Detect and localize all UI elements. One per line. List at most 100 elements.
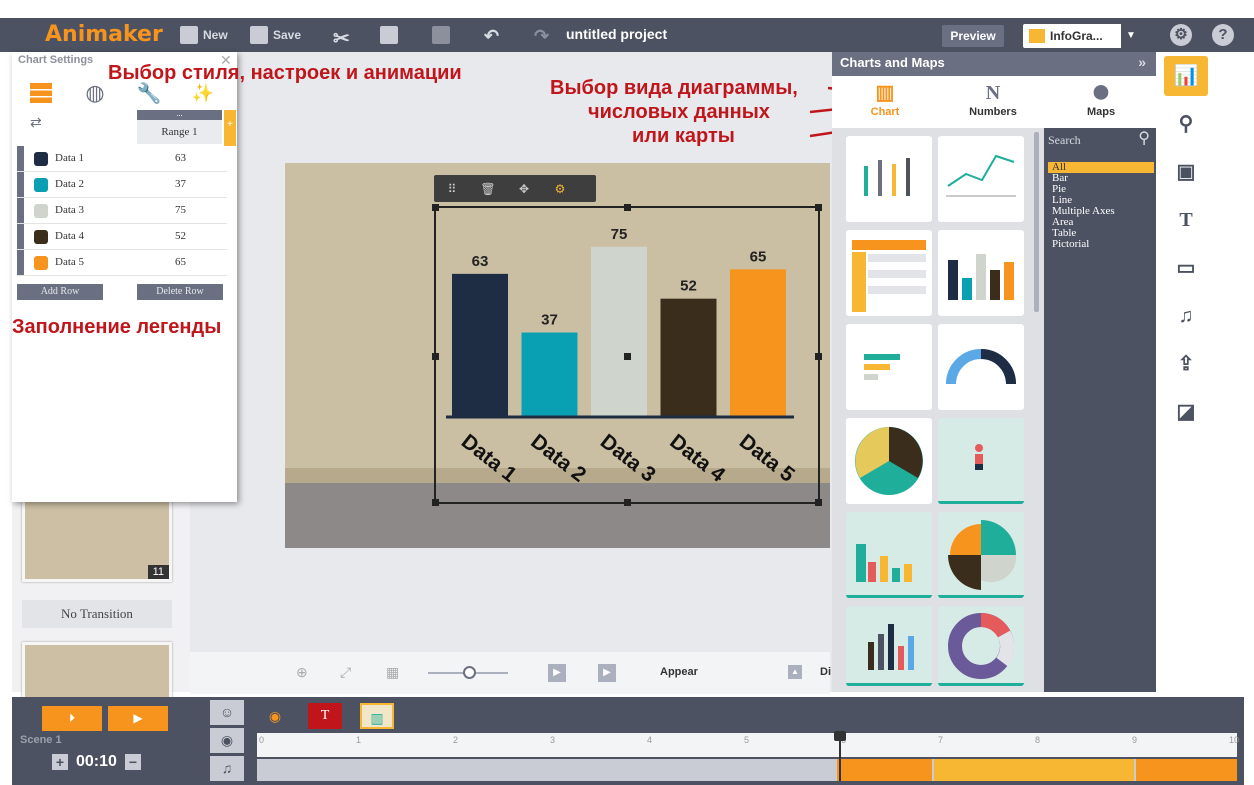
tab-style[interactable]	[14, 74, 68, 112]
search-input[interactable]: Search ⚲	[1044, 130, 1156, 152]
row-name[interactable]: Data 5	[55, 256, 84, 268]
music-tab-icon[interactable]: ♫	[210, 756, 244, 781]
resize-handle[interactable]	[815, 499, 822, 506]
effects-icon[interactable]: ▭	[1164, 248, 1208, 288]
table-row[interactable]: Data 5 65	[17, 250, 227, 276]
delete-row-button[interactable]: Delete Row	[137, 284, 223, 300]
chart-selection-box[interactable]	[432, 204, 822, 506]
row-value[interactable]: 63	[175, 152, 186, 164]
row-value[interactable]: 75	[175, 204, 186, 216]
add-row-button[interactable]: Add Row	[17, 284, 103, 300]
timeline-segment[interactable]	[837, 759, 932, 781]
animation-duration-label[interactable]: Di	[820, 666, 831, 678]
cut-button[interactable]: ✂	[333, 26, 350, 51]
settings-icon[interactable]: ⚙	[542, 182, 578, 196]
resize-handle[interactable]	[432, 204, 439, 211]
grid-icon[interactable]: ▦	[386, 664, 399, 681]
redo-button[interactable]: ↷	[534, 26, 549, 47]
drag-grip-icon[interactable]	[17, 146, 24, 171]
swap-icon[interactable]: ⇄	[30, 114, 42, 131]
table-row[interactable]: Data 2 37	[17, 172, 227, 198]
fit-icon[interactable]: ⊕	[296, 664, 308, 681]
save-button[interactable]: Save	[250, 26, 301, 44]
drag-grip-icon[interactable]	[17, 224, 24, 249]
search-icon[interactable]: ⚲	[1138, 128, 1150, 148]
camera-tab-icon[interactable]: ◉	[210, 728, 244, 753]
range-header-menu[interactable]: ...	[137, 110, 222, 120]
tab-maps[interactable]: ⬤ Maps	[1048, 76, 1154, 128]
map-pin-icon[interactable]: ⚲	[1164, 104, 1208, 144]
transition-button[interactable]: No Transition	[22, 600, 172, 628]
color-swatch[interactable]	[34, 178, 48, 192]
resize-handle[interactable]	[815, 204, 822, 211]
row-value[interactable]: 65	[175, 256, 186, 268]
row-name[interactable]: Data 3	[55, 204, 84, 216]
music-icon[interactable]: ♫	[1164, 296, 1208, 336]
project-title[interactable]: untitled project	[566, 26, 667, 42]
undo-button[interactable]: ↶	[484, 26, 499, 47]
resize-handle[interactable]	[432, 353, 439, 360]
zoom-slider-handle[interactable]	[463, 666, 476, 679]
text-layer-icon[interactable]: T	[308, 703, 342, 729]
play-icon[interactable]: ▶	[598, 664, 616, 682]
copy-button[interactable]	[380, 26, 398, 44]
category-pictorial[interactable]: Pictorial	[1048, 239, 1154, 250]
decrease-duration-button[interactable]: −	[124, 754, 141, 770]
chart-thumb-horizontal-bar[interactable]	[846, 324, 932, 410]
help-icon[interactable]: ?	[1212, 24, 1234, 46]
paste-button[interactable]	[432, 26, 450, 44]
drag-grip-icon[interactable]	[17, 172, 24, 197]
background-icon[interactable]: ◪	[1164, 392, 1208, 432]
move-icon[interactable]: ✥	[506, 182, 542, 196]
chart-thumb-table[interactable]	[846, 230, 932, 316]
range-column-header[interactable]: ... Range 1	[137, 110, 222, 144]
playhead-icon[interactable]	[834, 731, 846, 741]
image-icon[interactable]: ▣	[1164, 152, 1208, 192]
timeline-ruler[interactable]: 012345678910	[257, 733, 1239, 757]
play-from-start-icon[interactable]: ▶	[548, 664, 566, 682]
timeline-segment[interactable]	[934, 759, 1134, 781]
color-swatch[interactable]	[34, 256, 48, 270]
row-name[interactable]: Data 1	[55, 152, 84, 164]
chart-thumb-polar[interactable]	[938, 512, 1024, 598]
tab-chart[interactable]: ▥ Chart	[832, 76, 938, 128]
collapse-icon[interactable]: »	[1138, 54, 1146, 70]
play-button[interactable]: ▶	[108, 706, 168, 731]
eye-icon[interactable]: ◉	[258, 703, 292, 729]
drag-grip-icon[interactable]	[17, 250, 24, 275]
timeline-segment[interactable]	[1136, 759, 1237, 781]
chart-thumb-grouped-bar[interactable]	[846, 512, 932, 598]
color-swatch[interactable]	[34, 230, 48, 244]
table-row[interactable]: Data 3 75	[17, 198, 227, 224]
preview-button[interactable]: Preview	[942, 25, 1004, 47]
resize-handle[interactable]	[624, 204, 631, 211]
color-swatch[interactable]	[34, 152, 48, 166]
row-value[interactable]: 52	[175, 230, 186, 242]
chart-thumb-donut[interactable]	[938, 606, 1024, 686]
charts-tool-icon[interactable]: 📊	[1164, 56, 1208, 96]
template-select[interactable]: InfoGra... ▼	[1023, 24, 1141, 48]
color-swatch[interactable]	[34, 204, 48, 218]
chart-thumb-line[interactable]	[938, 136, 1024, 222]
expand-icon[interactable]: ⤢	[340, 664, 351, 681]
table-row[interactable]: Data 1 63	[17, 146, 227, 172]
chart-thumb-pie[interactable]	[846, 418, 932, 504]
increase-duration-button[interactable]: +	[52, 754, 68, 770]
resize-handle[interactable]	[432, 499, 439, 506]
character-tab-icon[interactable]: ☺	[210, 700, 244, 725]
add-column-button[interactable]: +	[224, 110, 236, 146]
resize-handle[interactable]	[624, 499, 631, 506]
timeline-track[interactable]	[257, 759, 1237, 781]
chart-thumb-pictorial[interactable]	[938, 418, 1024, 504]
upload-icon[interactable]: ⇪	[1164, 344, 1208, 384]
table-row[interactable]: Data 4 52	[17, 224, 227, 250]
tab-numbers[interactable]: N Numbers	[940, 76, 1046, 128]
chart-thumb-bar[interactable]	[938, 230, 1024, 316]
new-button[interactable]: New	[180, 26, 228, 44]
delete-icon[interactable]: 🗑	[470, 182, 506, 196]
row-name[interactable]: Data 2	[55, 178, 84, 190]
center-handle[interactable]	[624, 353, 631, 360]
animation-menu-icon[interactable]: ▲	[788, 665, 802, 679]
scrollbar[interactable]	[1034, 132, 1039, 312]
animation-label[interactable]: Appear	[660, 666, 698, 678]
